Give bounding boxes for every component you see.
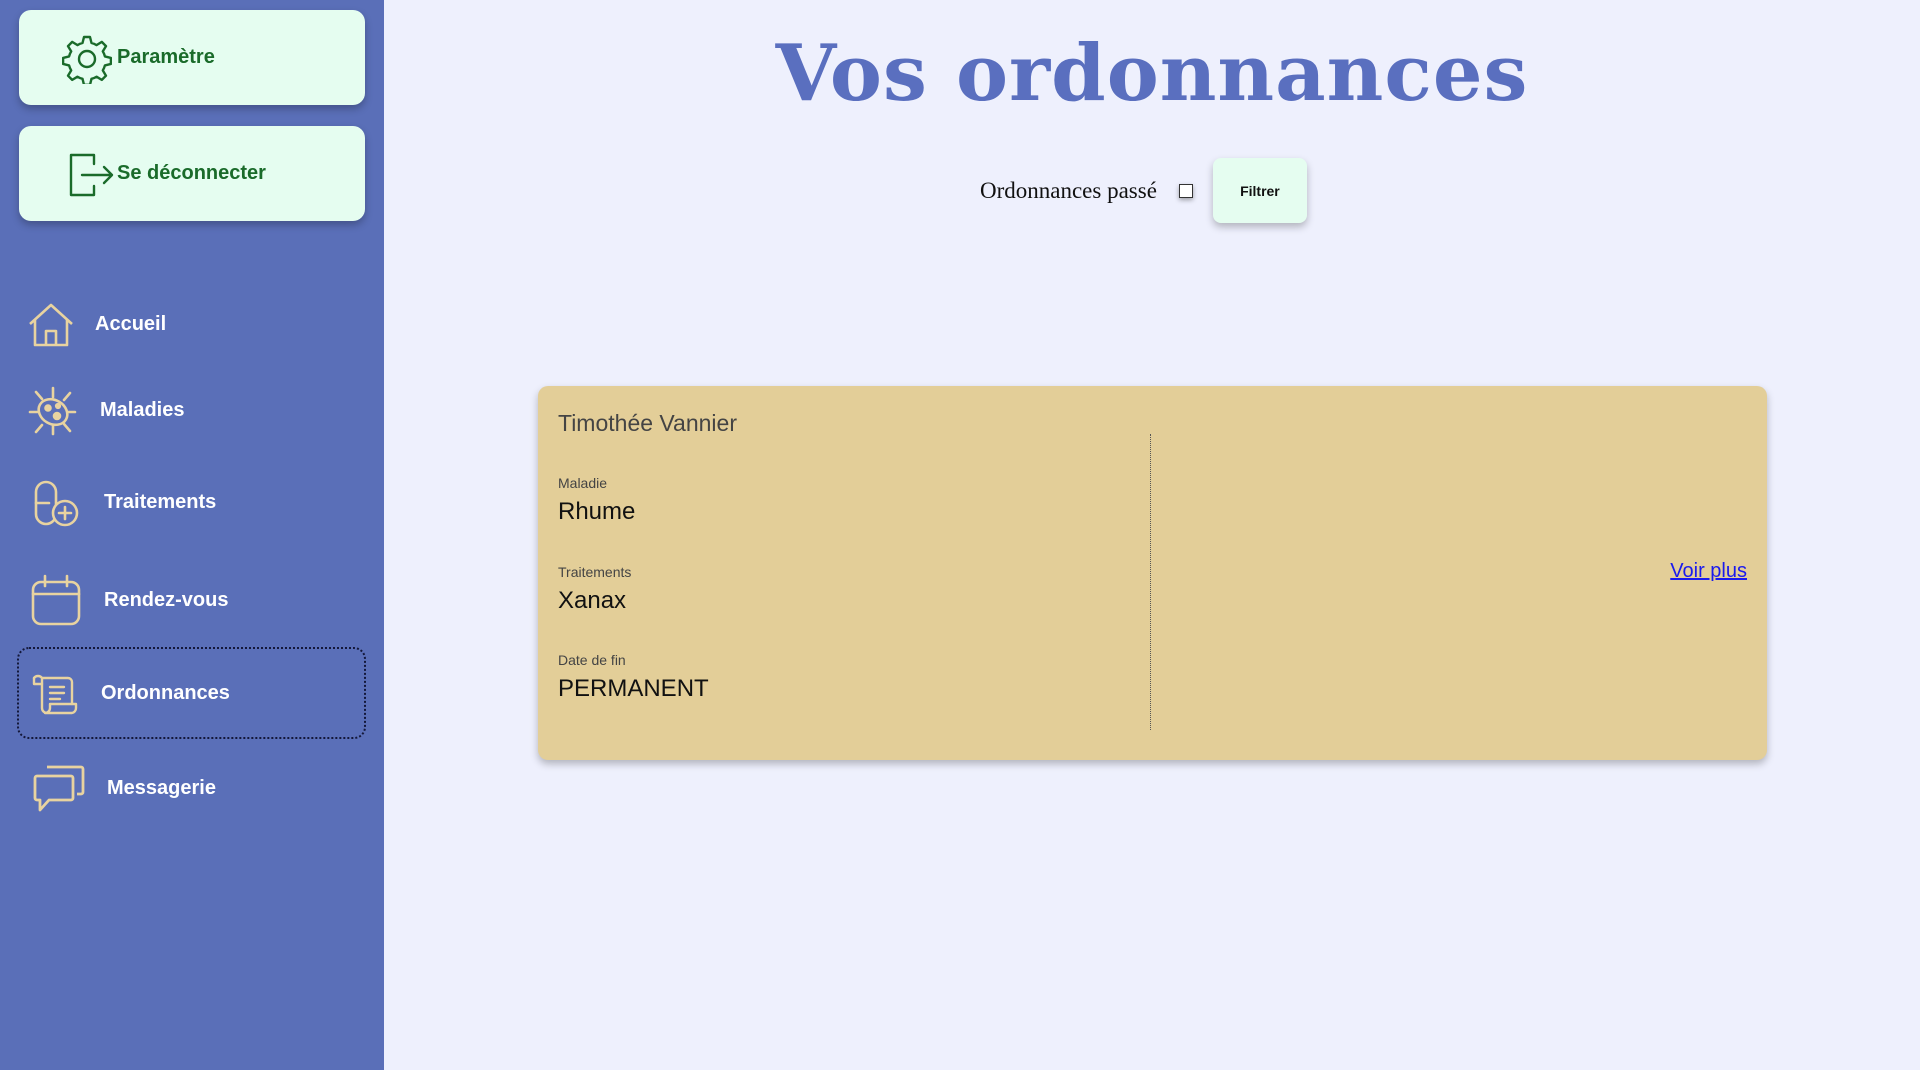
settings-label: Paramètre: [117, 46, 215, 68]
treatments-value: Xanax: [558, 587, 627, 614]
sidebar-item-accueil[interactable]: Accueil: [17, 278, 366, 370]
patient-name: Timothée Vannier: [558, 410, 737, 436]
end-date-label: Date de fin: [558, 652, 626, 668]
prescription-card: Timothée Vannier Maladie Rhume Traitemen…: [538, 386, 1767, 760]
sidebar-item-label: Accueil: [95, 312, 167, 335]
sidebar-item-messagerie[interactable]: Messagerie: [17, 742, 366, 834]
disease-value: Rhume: [558, 498, 636, 525]
page-title: Vos ordonnances: [775, 28, 1529, 119]
filter-button[interactable]: Filtrer: [1212, 158, 1307, 223]
settings-button[interactable]: Paramètre: [19, 10, 365, 105]
sidebar-item-label: Traitements: [104, 490, 217, 513]
voir-plus-link[interactable]: Voir plus: [1670, 560, 1747, 583]
filter-row: Ordonnances passé Filtrer: [980, 158, 1307, 223]
sidebar-item-maladies[interactable]: Maladies: [17, 364, 366, 456]
treatments-label: Traitements: [558, 564, 632, 580]
virus-icon: [28, 386, 78, 442]
home-icon: [28, 302, 74, 354]
logout-label: Se déconnecter: [117, 162, 266, 184]
card-divider: [1150, 434, 1151, 730]
scroll-icon: [30, 674, 78, 722]
sidebar-item-label: Maladies: [100, 398, 185, 421]
sidebar-item-label: Ordonnances: [101, 681, 230, 704]
sidebar-item-label: Messagerie: [107, 776, 216, 799]
logout-icon: [68, 152, 114, 204]
sidebar-item-traitements[interactable]: Traitements: [17, 456, 366, 548]
chat-icon: [33, 764, 85, 820]
sidebar-item-ordonnances[interactable]: Ordonnances: [17, 647, 366, 739]
past-prescriptions-checkbox[interactable]: [1178, 183, 1193, 198]
logout-button[interactable]: Se déconnecter: [19, 126, 365, 221]
gear-icon: [61, 34, 113, 90]
calendar-icon: [30, 574, 82, 632]
disease-label: Maladie: [558, 475, 608, 491]
sidebar-item-rendez-vous[interactable]: Rendez-vous: [17, 554, 366, 646]
sidebar: Paramètre Se déconnecter Accueil Maladie…: [0, 0, 384, 1070]
end-date-value: PERMANENT: [558, 675, 709, 702]
past-prescriptions-label: Ordonnances passé: [980, 177, 1157, 203]
pill-icon: [32, 478, 82, 534]
sidebar-item-label: Rendez-vous: [104, 588, 229, 611]
